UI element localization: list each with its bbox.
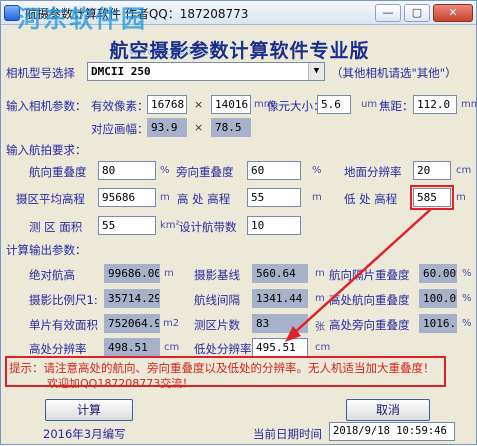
- forward-overlap-input[interactable]: 80: [98, 161, 156, 180]
- low-elevation-label: 低 处 高程: [344, 192, 398, 206]
- times-sign: ×: [194, 98, 204, 111]
- strips-label: 设计航带数: [179, 220, 237, 234]
- gsd-input[interactable]: 20: [413, 161, 451, 180]
- baseline-label: 摄影基线: [194, 268, 240, 282]
- high-side-overlap-value: 1016.3: [419, 314, 457, 333]
- warning-box: 提示：请注意高处的航向、旁向重叠度以及低处的分辨率。无人机适当加大重叠度！ 欢迎…: [5, 356, 446, 390]
- page-title: 航空摄影参数计算软件专业版: [109, 40, 370, 62]
- high-gsd-value: 498.51: [104, 338, 160, 357]
- scale-label: 摄影比例尺1:: [29, 293, 98, 307]
- side-overlap-input[interactable]: 60: [247, 161, 301, 180]
- calculate-button[interactable]: 计算: [45, 399, 133, 421]
- line-spacing-value: 1341.44: [252, 289, 308, 308]
- cancel-button[interactable]: 取消: [346, 399, 430, 421]
- high-fwd-overlap-value: 100.00: [419, 289, 457, 308]
- baseline-unit: m: [315, 268, 325, 279]
- gsd-label: 地面分辨率: [344, 165, 402, 179]
- focal-length-label: 焦距：: [379, 99, 414, 113]
- compiled-date: 2016年3月编写: [43, 427, 126, 441]
- area-label: 测 区 面积: [29, 220, 83, 234]
- camera-params-section: 输入相机参数：: [6, 99, 87, 113]
- focal-length-unit: mm: [461, 99, 477, 110]
- avg-elevation-label: 摄区平均高程: [16, 192, 85, 206]
- avg-elevation-input[interactable]: 95686: [98, 188, 156, 207]
- contact-text: 欢迎加QQ187208773交流！: [47, 377, 194, 390]
- high-elevation-input[interactable]: 55: [247, 188, 301, 207]
- warning-text: 提示：请注意高处的航向、旁向重叠度以及低处的分辨率。无人机适当加大重叠度！: [9, 361, 435, 375]
- frame-width-value: 93.9: [147, 118, 187, 137]
- high-side-overlap-unit: %: [462, 318, 472, 329]
- area-unit: km²: [160, 220, 180, 231]
- line-spacing-unit: m: [315, 293, 325, 304]
- high-elevation-label: 高 处 高程: [177, 192, 231, 206]
- frame-height-value: 78.5: [211, 118, 251, 137]
- low-gsd-label: 低处分辨率: [194, 342, 252, 356]
- camera-other-hint: （其他相机请选"其他"）: [331, 66, 457, 80]
- photo-overlap-unit: %: [462, 268, 472, 279]
- high-gsd-label: 高处分辨率: [29, 342, 87, 356]
- times-sign-2: ×: [194, 121, 204, 134]
- high-side-overlap-label: 高处旁向重叠度: [329, 318, 410, 332]
- watermark-logo: 河东软件园: [17, 4, 147, 33]
- datetime-label: 当前日期时间: [253, 427, 322, 441]
- flight-req-section: 输入航拍要求：: [6, 143, 87, 157]
- abs-height-value: 99686.00: [104, 264, 160, 283]
- abs-height-unit: m: [164, 268, 174, 279]
- side-overlap-label: 旁向重叠度: [176, 165, 234, 179]
- maximize-button[interactable]: ▢: [404, 4, 430, 22]
- camera-model-value: DMCII 250: [91, 65, 151, 78]
- photo-count-unit: 张: [315, 322, 325, 333]
- output-section: 计算输出参数：: [6, 243, 87, 257]
- pixel-size-label: 像元大小：: [267, 99, 325, 113]
- high-elevation-unit: m: [312, 192, 322, 203]
- line-spacing-label: 航线间隔: [194, 293, 240, 307]
- low-elevation-unit: m: [456, 192, 466, 203]
- high-gsd-unit: cm: [164, 342, 180, 353]
- photo-count-label: 测区片数: [194, 318, 240, 332]
- camera-model-label: 相机型号选择: [6, 66, 75, 80]
- chevron-down-icon[interactable]: ▼: [308, 63, 324, 80]
- pixel-size-input[interactable]: 5.6: [317, 95, 351, 114]
- low-gsd-unit: cm: [315, 342, 331, 353]
- pixels-width-input[interactable]: 16768: [147, 95, 187, 114]
- forward-overlap-unit: %: [160, 165, 170, 176]
- pixel-size-unit: um: [361, 99, 378, 110]
- main-window: 航摄参数计算软件 作者QQ：187208773 河东软件园 — ▢ ✕ www.…: [0, 0, 477, 445]
- high-fwd-overlap-label: 高处航向重叠度: [329, 293, 410, 307]
- baseline-value: 560.64: [252, 264, 308, 283]
- camera-model-select[interactable]: DMCII 250 ▼: [87, 62, 325, 81]
- high-fwd-overlap-unit: %: [462, 293, 472, 304]
- datetime-value: 2018/9/18 10:59:46: [329, 422, 455, 441]
- abs-height-label: 绝对航高: [29, 268, 75, 282]
- pixels-height-input[interactable]: 14016: [211, 95, 251, 114]
- area-input[interactable]: 55: [98, 216, 156, 235]
- single-area-label: 单片有效面积: [29, 318, 98, 332]
- title-bar: 航摄参数计算软件 作者QQ：187208773 河东软件园 — ▢ ✕: [1, 1, 476, 33]
- focal-length-input[interactable]: 112.0: [413, 95, 457, 114]
- side-overlap-unit: %: [312, 165, 322, 176]
- strips-input[interactable]: 10: [247, 216, 301, 235]
- close-button[interactable]: ✕: [433, 4, 473, 22]
- gsd-unit: cm: [456, 165, 472, 176]
- photo-overlap-value: 60.00: [419, 264, 457, 283]
- photo-count-value: 83: [252, 314, 308, 333]
- forward-overlap-label: 航向重叠度: [29, 165, 87, 179]
- avg-elevation-unit: m: [160, 192, 170, 203]
- single-area-unit: m2: [163, 318, 180, 329]
- photo-overlap-label: 航向隔片重叠度: [329, 268, 410, 282]
- frame-label: 对应画幅：: [91, 122, 149, 136]
- low-elevation-highlight: [410, 185, 454, 210]
- single-area-value: 752064.92: [104, 314, 160, 333]
- low-gsd-value: 495.51: [252, 338, 308, 357]
- minimize-button[interactable]: —: [375, 4, 401, 22]
- pixels-label: 有效像素：: [91, 99, 149, 113]
- scale-value: 35714.29: [104, 289, 160, 308]
